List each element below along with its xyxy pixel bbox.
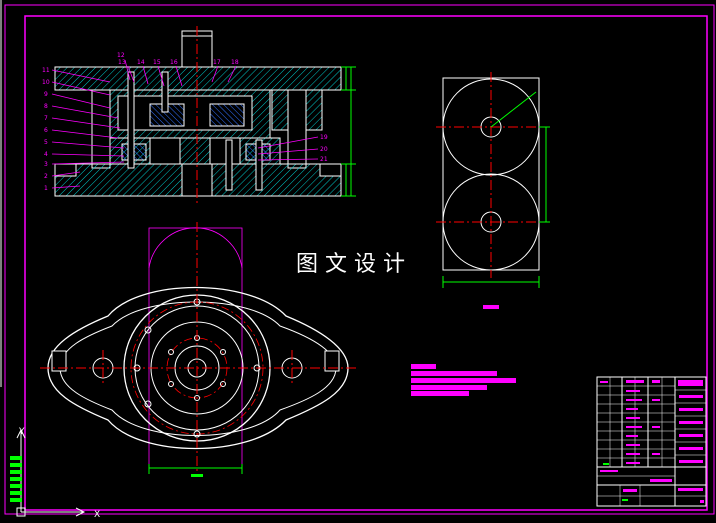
part-number: 10 (42, 79, 50, 86)
part-number: 16 (170, 59, 178, 66)
part-number: 6 (44, 127, 48, 134)
title-block (596, 376, 707, 507)
part-number: 3 (44, 161, 48, 168)
part-number: 20 (320, 146, 328, 153)
part-number: 8 (44, 103, 48, 110)
part-number: 12 (117, 52, 125, 59)
watermark-title: 图文设计 (296, 252, 413, 277)
projection-arc (148, 227, 243, 269)
part-number: 15 (153, 59, 161, 66)
ucs-axis-x-label: X (94, 510, 100, 519)
technical-notes (411, 364, 516, 396)
part-number: 18 (231, 59, 239, 66)
guide-post-left (91, 89, 111, 169)
part-number: 14 (137, 59, 145, 66)
part-number: 19 (320, 134, 328, 141)
top-plate (54, 66, 342, 91)
part-number: 17 (213, 59, 221, 66)
part-number: 9 (44, 91, 48, 98)
guide-post-right (287, 89, 307, 169)
ucs-axis-icon (16, 428, 86, 517)
layer-toolbar-strip (10, 456, 22, 502)
part-number: 2 (44, 173, 48, 180)
part-number: 13 (118, 59, 126, 66)
part-number: 1 (44, 185, 48, 192)
part-number: 4 (44, 151, 48, 158)
side-view-label-marker (483, 305, 499, 309)
part-number: 7 (44, 115, 48, 122)
part-number: 21 (320, 156, 328, 163)
ucs-axis-y-label: Y (18, 427, 25, 437)
part-number: 11 (42, 67, 50, 74)
radius-leader (490, 91, 537, 128)
side-view (436, 72, 550, 309)
part-number: 5 (44, 139, 48, 146)
